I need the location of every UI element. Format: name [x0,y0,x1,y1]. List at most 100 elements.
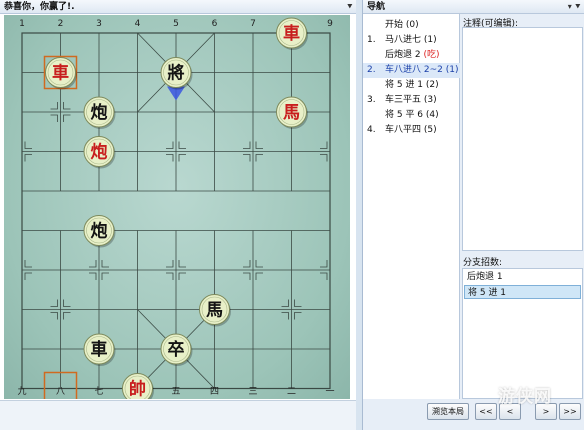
position-marker [50,299,58,307]
board-canvas[interactable]: 123456789九八七六五四三二一車車將炮馬炮炮馬車卒帥 [4,15,350,399]
position-marker [166,272,174,280]
file-number-top: 6 [212,19,218,29]
move-number: 2. [367,65,376,75]
position-marker [101,260,109,268]
move-text: 将 5 平 6 (4) [385,110,439,120]
position-marker [24,272,32,280]
move-list[interactable]: 开始 (0) 1. 马八进七 (1) 后炮退 2 (吃) 2. 车八进八 2~2 (1) 将… [363,14,460,399]
position-marker [320,141,328,149]
position-marker [24,154,32,162]
file-number-top: 5 [173,19,179,29]
file-number-bottom: 九 [17,386,26,397]
branch-item[interactable]: 后炮退 1 [464,270,581,284]
piece-label: 炮 [91,102,108,123]
position-marker [89,260,97,268]
file-number-top: 7 [250,19,256,29]
file-number-bottom: 八 [56,387,65,397]
move-text: 车八进八 2~2 (1) [385,65,459,75]
position-marker [101,272,109,280]
move-text: 后炮退 2 (吃) [385,50,440,60]
position-marker [294,299,302,307]
position-marker [320,272,328,280]
move-list-item[interactable]: 3. 车三平五 (3) [363,93,460,108]
position-marker [50,102,58,110]
piece-label: 車 [283,23,300,44]
last-move-button[interactable]: >> [559,403,581,420]
position-marker [63,114,71,122]
position-marker [89,272,97,280]
piece-label: 馬 [283,103,300,123]
position-marker [63,102,71,110]
move-list-item[interactable]: 将 5 平 6 (4) [363,108,460,123]
position-marker [63,299,71,307]
game-status-title: 恭喜你，你赢了!. [4,2,75,12]
position-marker [178,141,186,149]
move-text: 将 5 进 1 (2) [385,80,439,90]
position-marker [255,272,263,280]
move-list-item[interactable]: 将 5 进 1 (2) [363,78,460,93]
piece-label: 炮 [91,221,108,242]
position-marker [50,114,58,122]
file-number-top: 2 [58,19,64,29]
file-number-top: 1 [19,19,25,29]
position-marker [24,141,32,149]
board-footer [0,400,356,430]
position-marker [320,154,328,162]
position-marker [166,260,174,268]
board-panel-header: 恭喜你，你赢了!. ⯆ [0,0,356,14]
move-number: 4. [367,125,376,135]
file-number-top: 9 [327,19,333,29]
move-note: (吃) [423,50,440,60]
piece-label: 卒 [168,339,185,360]
branch-list[interactable]: 后炮退 1将 5 进 1 [462,268,583,399]
position-marker [166,154,174,162]
piece-label: 車 [91,339,108,360]
board-panel: 恭喜你，你赢了!. ⯆ 123456789九八七六五四三二一車車將炮馬炮炮馬車卒… [0,0,356,430]
file-number-bottom: 二 [287,387,296,397]
file-number-top: 3 [96,19,102,29]
move-list-item[interactable]: 2. 车八进八 2~2 (1) [363,63,460,78]
move-list-item[interactable]: 开始 (0) [363,18,460,33]
notes-textarea[interactable] [462,27,583,251]
move-text: 车八平四 (5) [385,125,437,135]
piece-label: 馬 [206,301,223,321]
move-list-item[interactable]: 4. 车八平四 (5) [363,123,460,138]
position-marker [178,154,186,162]
position-marker [294,312,302,320]
move-text: 开始 (0) [385,20,419,30]
browse-game-button[interactable]: 溯览本局 [427,403,469,420]
file-number-bottom: 一 [325,387,334,397]
pin-icon[interactable]: ⯆ [347,0,353,14]
nav-panel-header: 导航 ▾ ⯆ [363,0,584,14]
position-marker [50,312,58,320]
watermark-text: 游侠网 [498,387,552,407]
move-text: 马八进七 (1) [385,35,437,45]
position-marker [281,312,289,320]
position-marker [243,154,251,162]
position-marker [63,312,71,320]
file-number-bottom: 五 [171,387,180,397]
position-marker [178,272,186,280]
move-list-item[interactable]: 1. 马八进七 (1) [363,33,460,48]
position-marker [178,260,186,268]
branch-label: 分支招数: [463,258,503,268]
position-marker [24,260,32,268]
position-marker [166,141,174,149]
position-marker [320,260,328,268]
xiangqi-board[interactable]: 123456789九八七六五四三二一車車將炮馬炮炮馬車卒帥 [4,15,350,399]
first-move-button[interactable]: << [475,403,497,420]
branch-item[interactable]: 将 5 进 1 [464,285,581,299]
move-number: 3. [367,95,376,105]
file-number-bottom: 三 [248,387,257,397]
dropdown-icon[interactable]: ▾ ⯆ [568,0,581,14]
file-number-bottom: 七 [94,386,103,397]
file-number-top: 4 [135,19,141,29]
piece-label: 帥 [129,379,146,400]
move-list-item[interactable]: 后炮退 2 (吃) [363,48,460,63]
move-text: 车三平五 (3) [385,95,437,105]
move-number: 1. [367,35,376,45]
piece-label: 車 [52,63,69,84]
file-number-bottom: 四 [210,387,219,397]
position-marker [243,272,251,280]
position-marker [243,260,251,268]
